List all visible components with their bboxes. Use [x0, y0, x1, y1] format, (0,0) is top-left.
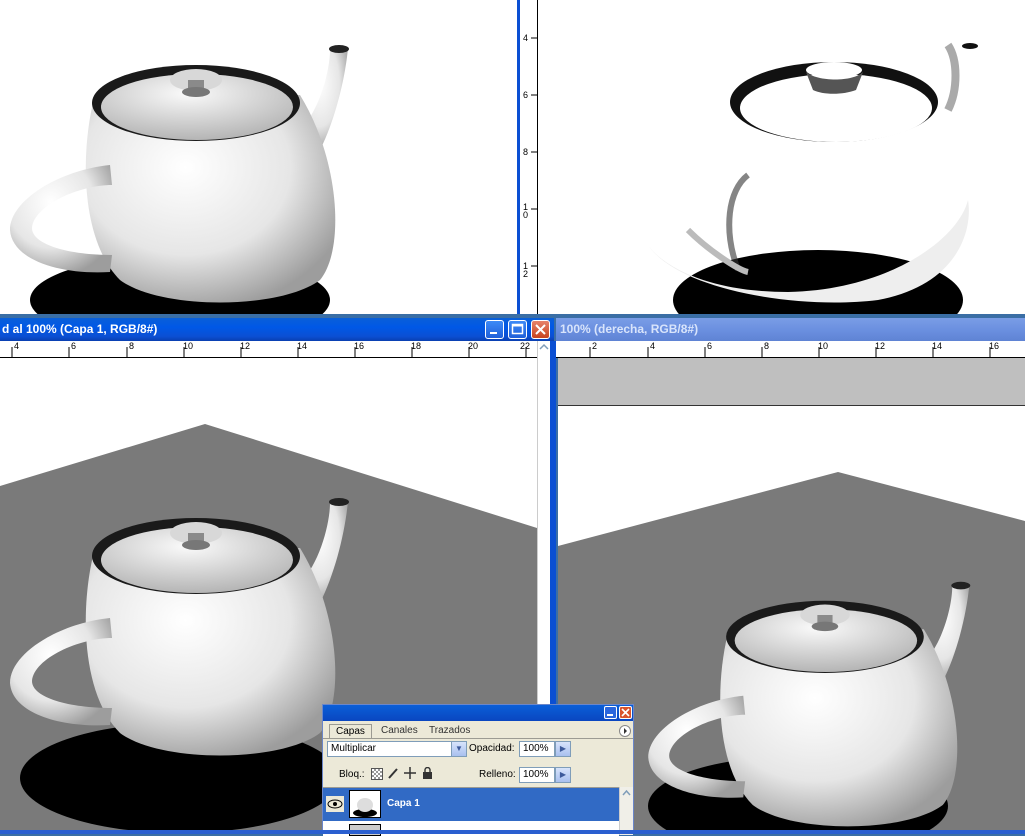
layer-thumbnail — [349, 790, 381, 818]
vertical-ruler[interactable]: 4 6 8 1 0 1 2 — [521, 0, 538, 314]
canvas-pasteboard — [558, 358, 1025, 406]
tab-divider — [323, 738, 633, 739]
layers-panel[interactable]: Capas Canales Trazados Multiplicar ▼ Opa… — [322, 704, 634, 836]
document-title: d al 100% (Capa 1, RGB/8#) — [2, 322, 158, 336]
fill-input[interactable]: 100% — [519, 767, 555, 783]
ruler-label: 14 — [932, 341, 943, 351]
chevron-down-icon[interactable]: ▼ — [451, 741, 467, 757]
scroll-up-icon[interactable] — [620, 787, 633, 799]
document-title-bar[interactable]: 100% (derecha, RGB/8#) — [556, 318, 1025, 341]
lock-label: Bloq.: — [339, 769, 365, 780]
ruler-label: 6 — [707, 341, 713, 351]
move-icon[interactable] — [404, 767, 416, 782]
scrollbar-vertical[interactable] — [537, 341, 550, 706]
ruler-label: 20 — [468, 341, 479, 351]
top-left-canvas[interactable] — [0, 0, 517, 314]
opacity-label: Opacidad: — [469, 743, 515, 754]
layer-row[interactable]: Capa 1 — [323, 788, 619, 821]
ruler-label: 4 — [14, 341, 20, 351]
document-title: 100% (derecha, RGB/8#) — [560, 322, 699, 336]
ruler-label: 16 — [354, 341, 365, 351]
opacity-input[interactable]: 100% — [519, 741, 555, 757]
close-icon[interactable] — [619, 706, 632, 719]
brush-icon[interactable] — [387, 767, 399, 782]
ruler-label: 16 — [989, 341, 1000, 351]
panel-title-bar[interactable] — [323, 705, 633, 721]
padlock-icon[interactable] — [422, 766, 433, 782]
ruler-label: 12 — [875, 341, 886, 351]
document-title-bar[interactable]: d al 100% (Capa 1, RGB/8#) — [0, 318, 554, 341]
minimize-icon[interactable] — [604, 706, 617, 719]
ruler-label: 6 — [71, 341, 77, 351]
eye-icon[interactable] — [326, 796, 344, 812]
minimize-icon[interactable] — [485, 320, 504, 339]
ruler-label: 18 — [411, 341, 422, 351]
top-right-canvas[interactable] — [538, 0, 1025, 314]
ruler-label: 22 — [520, 341, 531, 351]
layer-name: Capa 1 — [387, 798, 420, 809]
tab-trazados[interactable]: Trazados — [423, 724, 476, 738]
layers-list[interactable]: Capa 1 — [323, 787, 619, 836]
blend-mode-select[interactable]: Multiplicar — [327, 741, 467, 757]
ruler-label: 12 — [240, 341, 251, 351]
scrollbar-vertical[interactable] — [619, 787, 633, 835]
ruler-label: 10 — [183, 341, 194, 351]
horizontal-ruler[interactable]: 2 4 6 8 10 12 14 16 — [556, 341, 1025, 358]
ruler-label: 2 — [592, 341, 598, 351]
ruler-label: 8 — [129, 341, 135, 351]
maximize-icon[interactable] — [508, 320, 527, 339]
fill-label: Relleno: — [479, 769, 516, 780]
window-frame — [550, 341, 556, 706]
ruler-label: 14 — [297, 341, 308, 351]
blend-mode-value: Multiplicar — [331, 743, 377, 754]
ruler-label: 4 — [650, 341, 656, 351]
ruler-label: 10 — [818, 341, 829, 351]
tab-capas[interactable]: Capas — [329, 724, 372, 739]
horizontal-ruler[interactable]: 4 6 8 10 12 14 16 18 20 22 — [0, 341, 537, 358]
tab-canales[interactable]: Canales — [375, 724, 424, 738]
opacity-slider-button[interactable]: ▶ — [555, 741, 571, 757]
panel-menu-icon[interactable] — [619, 725, 631, 737]
fill-slider-button[interactable]: ▶ — [555, 767, 571, 783]
taskbar-edge — [0, 830, 1025, 834]
close-icon[interactable] — [531, 320, 550, 339]
lock-transparency-icon[interactable] — [371, 768, 383, 780]
ruler-label: 8 — [764, 341, 770, 351]
scroll-up-icon[interactable] — [538, 341, 550, 353]
